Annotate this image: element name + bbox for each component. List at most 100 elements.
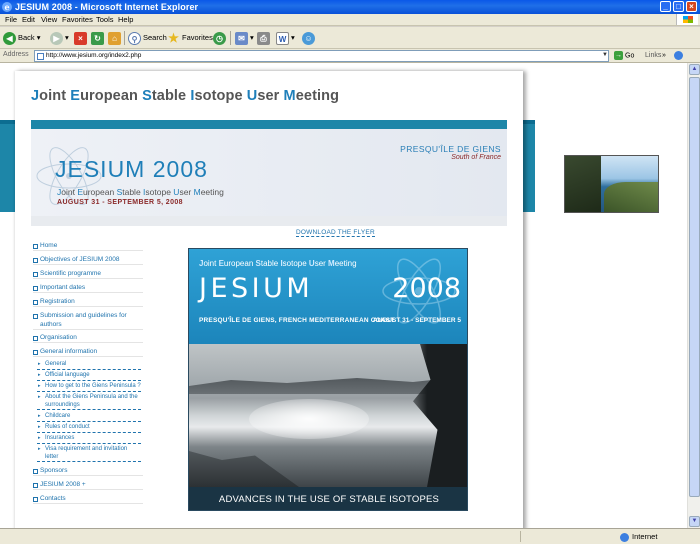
nav-item-contacts[interactable]: Contacts (33, 495, 143, 504)
messenger-button[interactable]: ☺ (302, 30, 317, 46)
subtitle-word: eeting (200, 187, 224, 197)
menu-tools[interactable]: Tools (96, 15, 114, 25)
nav-subitem-official-language[interactable]: Official language (37, 372, 141, 381)
flyer-title: JESIUM (199, 273, 314, 304)
nav-item-home[interactable]: Home (33, 242, 143, 251)
links-label[interactable]: Links (645, 51, 661, 61)
nav-item-general-information[interactable]: General information (33, 348, 143, 357)
scroll-down-arrow-icon[interactable]: ▼ (689, 516, 700, 527)
window-title: JESIUM 2008 - Microsoft Internet Explore… (15, 2, 199, 12)
nav-subitem-insurances[interactable]: Insurances (37, 435, 141, 444)
title-cap: M (283, 88, 296, 104)
nav-subitem-general[interactable]: General (37, 361, 141, 370)
flyer-dates: AUGUST 31 - SEPTEMBER 5 (372, 317, 461, 324)
go-button[interactable]: → Go (614, 51, 634, 61)
toolbar-extension-icon[interactable] (674, 51, 683, 60)
subtitle-word: oint (203, 259, 219, 268)
page-container: Joint European Stable Isotope User Meeti… (15, 71, 523, 528)
banner-title: JESIUM 2008 (55, 156, 208, 182)
browser-viewport: Joint European Stable Isotope User Meeti… (0, 63, 700, 528)
nav-item-registration[interactable]: Registration (33, 298, 143, 307)
flyer-footer: ADVANCES IN THE USE OF STABLE ISOTOPES (189, 487, 467, 510)
address-dropdown-arrow-icon[interactable]: ▼ (601, 51, 609, 59)
flyer-image[interactable]: Joint European Stable Isotope User Meeti… (188, 248, 468, 511)
forward-arrow-icon: ▶ (50, 31, 63, 45)
refresh-button[interactable]: ↻ (91, 30, 106, 46)
subtitle-cap: M (328, 259, 335, 268)
nav-subitem-visa[interactable]: Visa requirement and invitation letter (37, 446, 141, 462)
flyer-header: Joint European Stable Isotope User Meeti… (189, 249, 467, 344)
maximize-button[interactable]: □ (673, 1, 684, 12)
favorites-label: Favorites (182, 33, 213, 42)
star-icon: ★ (168, 30, 179, 45)
subtitle-word: sotope (145, 187, 174, 197)
search-button[interactable]: ⚲ Search (128, 30, 167, 46)
menu-file[interactable]: File (5, 15, 17, 25)
subtitle-word: uropean (223, 259, 256, 268)
subtitle-word: oint (61, 187, 78, 197)
coast-photo (564, 155, 659, 213)
title-cap: S (142, 88, 152, 104)
back-label: Back (18, 33, 35, 42)
title-word: oint (39, 88, 71, 104)
download-flyer-link[interactable]: DOWNLOAD THE FLYER (296, 229, 375, 237)
refresh-icon: ↻ (91, 31, 104, 45)
forward-button[interactable]: ▶ ▾ (50, 30, 69, 46)
nav-item-submission[interactable]: Submission and guidelines for authors (33, 312, 143, 330)
subtitle-word: ser (179, 187, 194, 197)
nav-item-scientific-programme[interactable]: Scientific programme (33, 270, 143, 279)
minimize-button[interactable]: _ (660, 1, 671, 12)
banner-country: South of France (451, 154, 501, 161)
title-cap: E (70, 88, 81, 104)
nav-item-jesium-plus[interactable]: JESIUM 2008 + (33, 481, 143, 490)
flyer-coast-photo (189, 344, 467, 487)
go-arrow-icon: → (614, 51, 623, 60)
mail-icon: ✉ (235, 31, 248, 45)
stop-button[interactable]: × (74, 30, 89, 46)
menu-help[interactable]: Help (118, 15, 133, 25)
title-bar[interactable]: e JESIUM 2008 - Microsoft Internet Explo… (0, 0, 700, 14)
history-button[interactable]: ◷ (213, 30, 228, 46)
banner-place: PRESQU'ÎLE DE GIENS (400, 144, 501, 154)
flyer-tagline: ADVANCES IN THE USE OF STABLE ISOTOPES (218, 494, 440, 505)
home-button[interactable]: ⌂ (108, 30, 123, 46)
flyer-subtitle: Joint European Stable Isotope User Meeti… (199, 259, 357, 268)
status-zone-label: Internet (632, 532, 658, 541)
links-chevron-icon[interactable]: » (662, 51, 666, 61)
menu-view[interactable]: View (41, 15, 57, 25)
nav-item-objectives[interactable]: Objectives of JESIUM 2008 (33, 256, 143, 265)
stop-icon: × (74, 31, 87, 45)
search-label: Search (143, 33, 167, 42)
flyer-year: 2008 (392, 273, 461, 304)
address-input[interactable]: http://www.jesium.org/index2.php (34, 50, 609, 62)
header-banner: PRESQU'ÎLE DE GIENS South of France JESI… (31, 120, 507, 226)
favorites-button[interactable]: ★ Favorites (167, 30, 213, 46)
nav-item-important-dates[interactable]: Important dates (33, 284, 143, 293)
edit-button[interactable]: W ▾ (276, 30, 295, 46)
nav-subitem-about-giens[interactable]: About the Giens Peninsula and the surrou… (37, 394, 141, 410)
subtitle-word: eeting (334, 259, 357, 268)
subtitle-word: ser (314, 259, 329, 268)
site-title: Joint European Stable Isotope User Meeti… (31, 88, 339, 104)
subtitle-cap: M (193, 187, 201, 197)
edit-document-icon: W (276, 31, 289, 45)
subtitle-word: sotope (282, 259, 309, 268)
menu-favorites[interactable]: Favorites (62, 15, 93, 25)
search-icon: ⚲ (128, 31, 141, 45)
scroll-up-arrow-icon[interactable]: ▲ (689, 64, 700, 75)
mail-button[interactable]: ✉ ▾ (235, 30, 254, 46)
nav-subitem-how-to-get[interactable]: How to get to the Giens Peninsula ? (37, 383, 141, 392)
nav-subitem-rules-of-conduct[interactable]: Rules of conduct (37, 424, 141, 433)
menu-bar: File Edit View Favorites Tools Help (0, 14, 700, 26)
scroll-thumb[interactable] (689, 77, 700, 497)
nav-subitem-childcare[interactable]: Childcare (37, 413, 141, 422)
windows-logo-icon (676, 14, 698, 25)
print-button[interactable]: ⎙ (257, 30, 272, 46)
close-button[interactable]: × (686, 1, 697, 12)
nav-item-sponsors[interactable]: Sponsors (33, 467, 143, 476)
nav-item-organisation[interactable]: Organisation (33, 334, 143, 343)
menu-edit[interactable]: Edit (22, 15, 35, 25)
title-word: ser (257, 88, 284, 104)
back-button[interactable]: ◀ Back ▾ (3, 30, 41, 46)
vertical-scrollbar[interactable]: ▲ ▼ (687, 63, 700, 528)
